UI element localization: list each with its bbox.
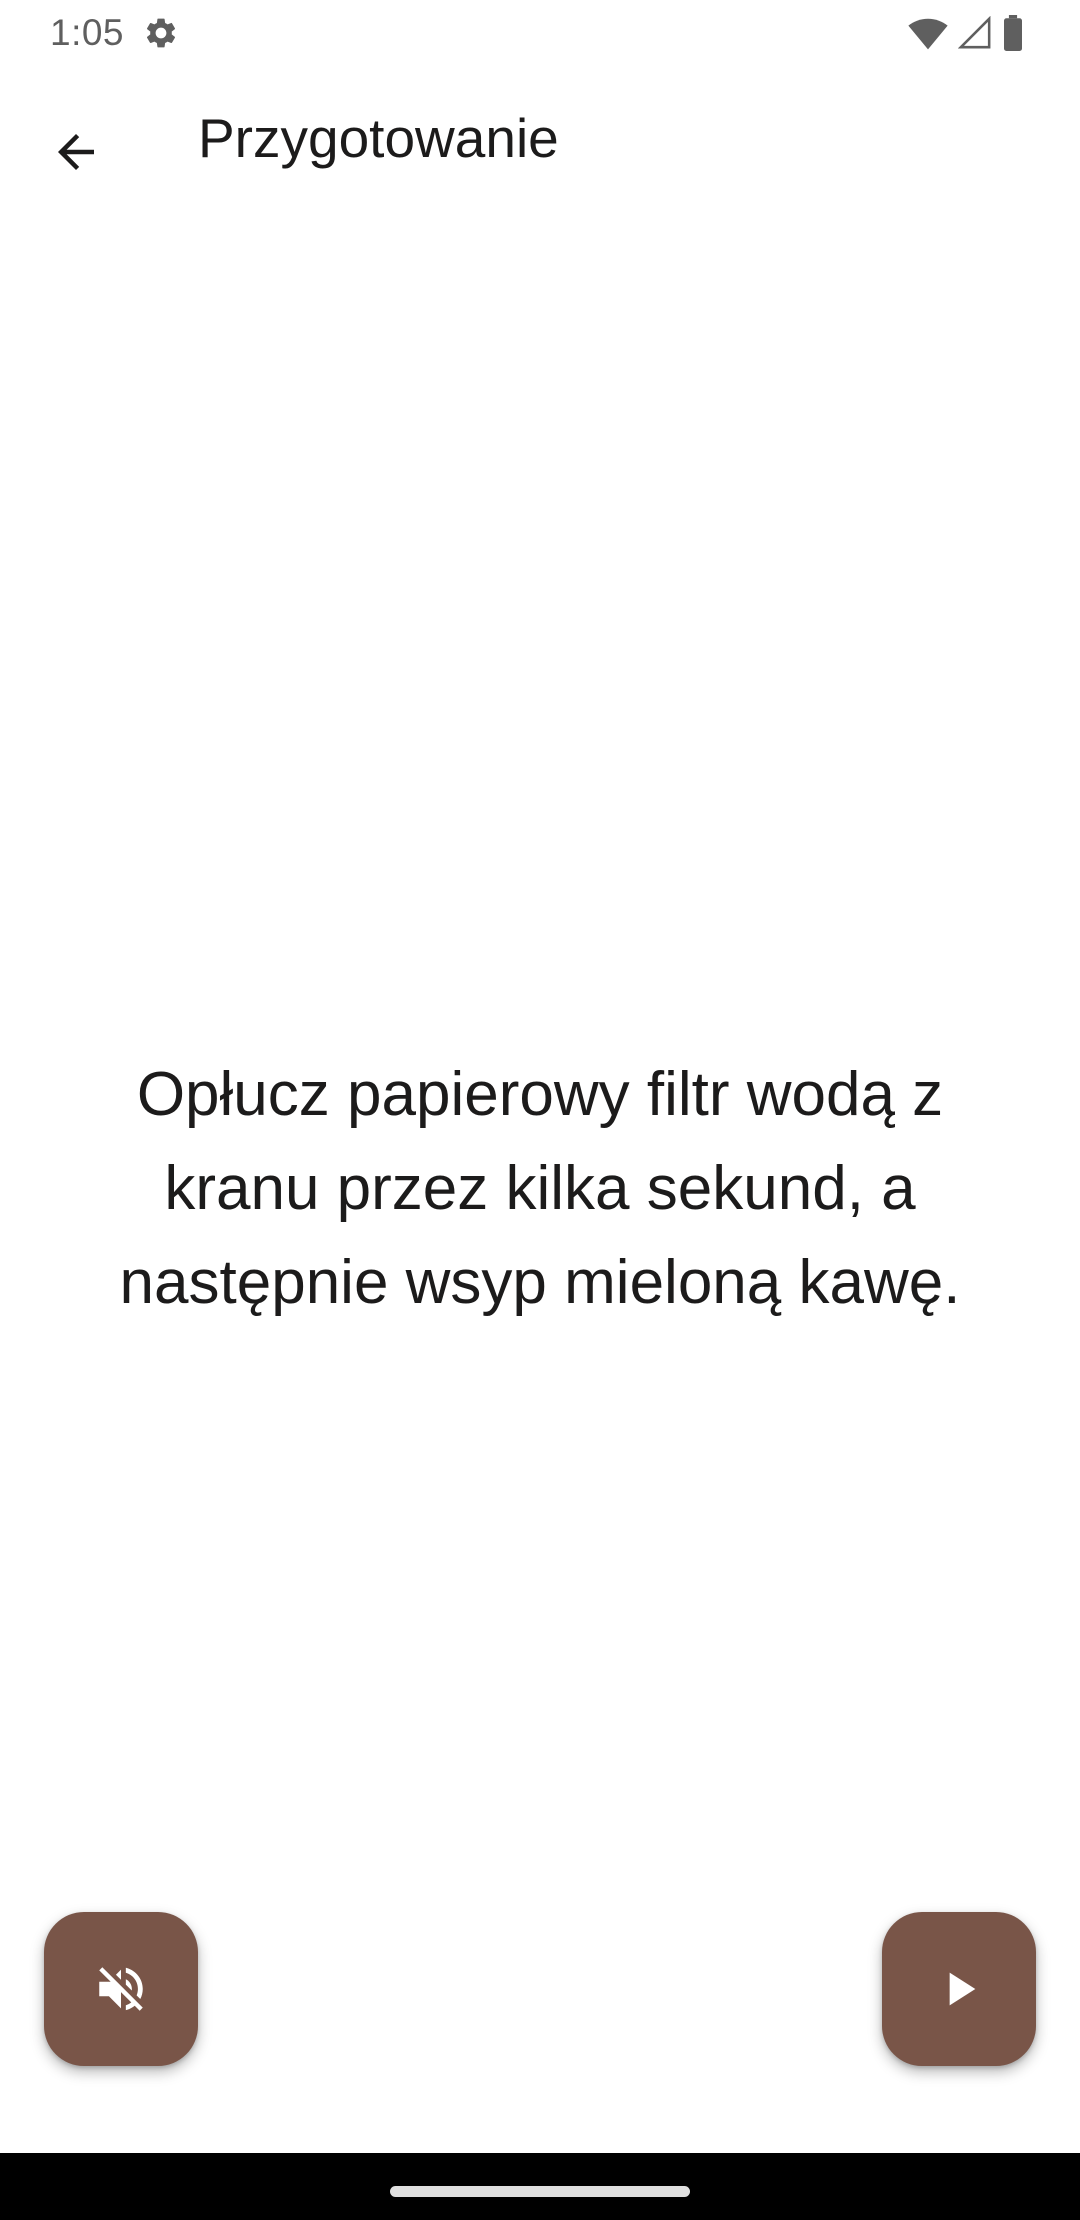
app-bar: Przygotowanie [0, 66, 1080, 218]
instruction-text: Opłucz papierowy filtr wodą z kranu prze… [119, 1060, 961, 1317]
navigation-bar [0, 2153, 1080, 2220]
mute-button[interactable] [44, 1912, 198, 2066]
screen: 1:05 Przygotowanie Opłucz papierowy filt… [0, 0, 1080, 2220]
page-title: Przygotowanie [198, 107, 559, 169]
status-time: 1:05 [50, 12, 125, 53]
wifi-icon [908, 18, 948, 50]
play-icon [949, 1972, 976, 2006]
home-indicator[interactable] [390, 2186, 690, 2197]
arrow-back-icon [58, 134, 94, 170]
status-bar: 1:05 [0, 0, 1080, 66]
status-icons [908, 14, 1024, 52]
volume-off-icon [99, 1967, 143, 2011]
battery-icon [1004, 15, 1022, 51]
back-button[interactable] [34, 110, 118, 194]
play-button[interactable] [882, 1912, 1036, 2066]
gear-icon [146, 18, 176, 48]
signal-icon [958, 16, 991, 49]
